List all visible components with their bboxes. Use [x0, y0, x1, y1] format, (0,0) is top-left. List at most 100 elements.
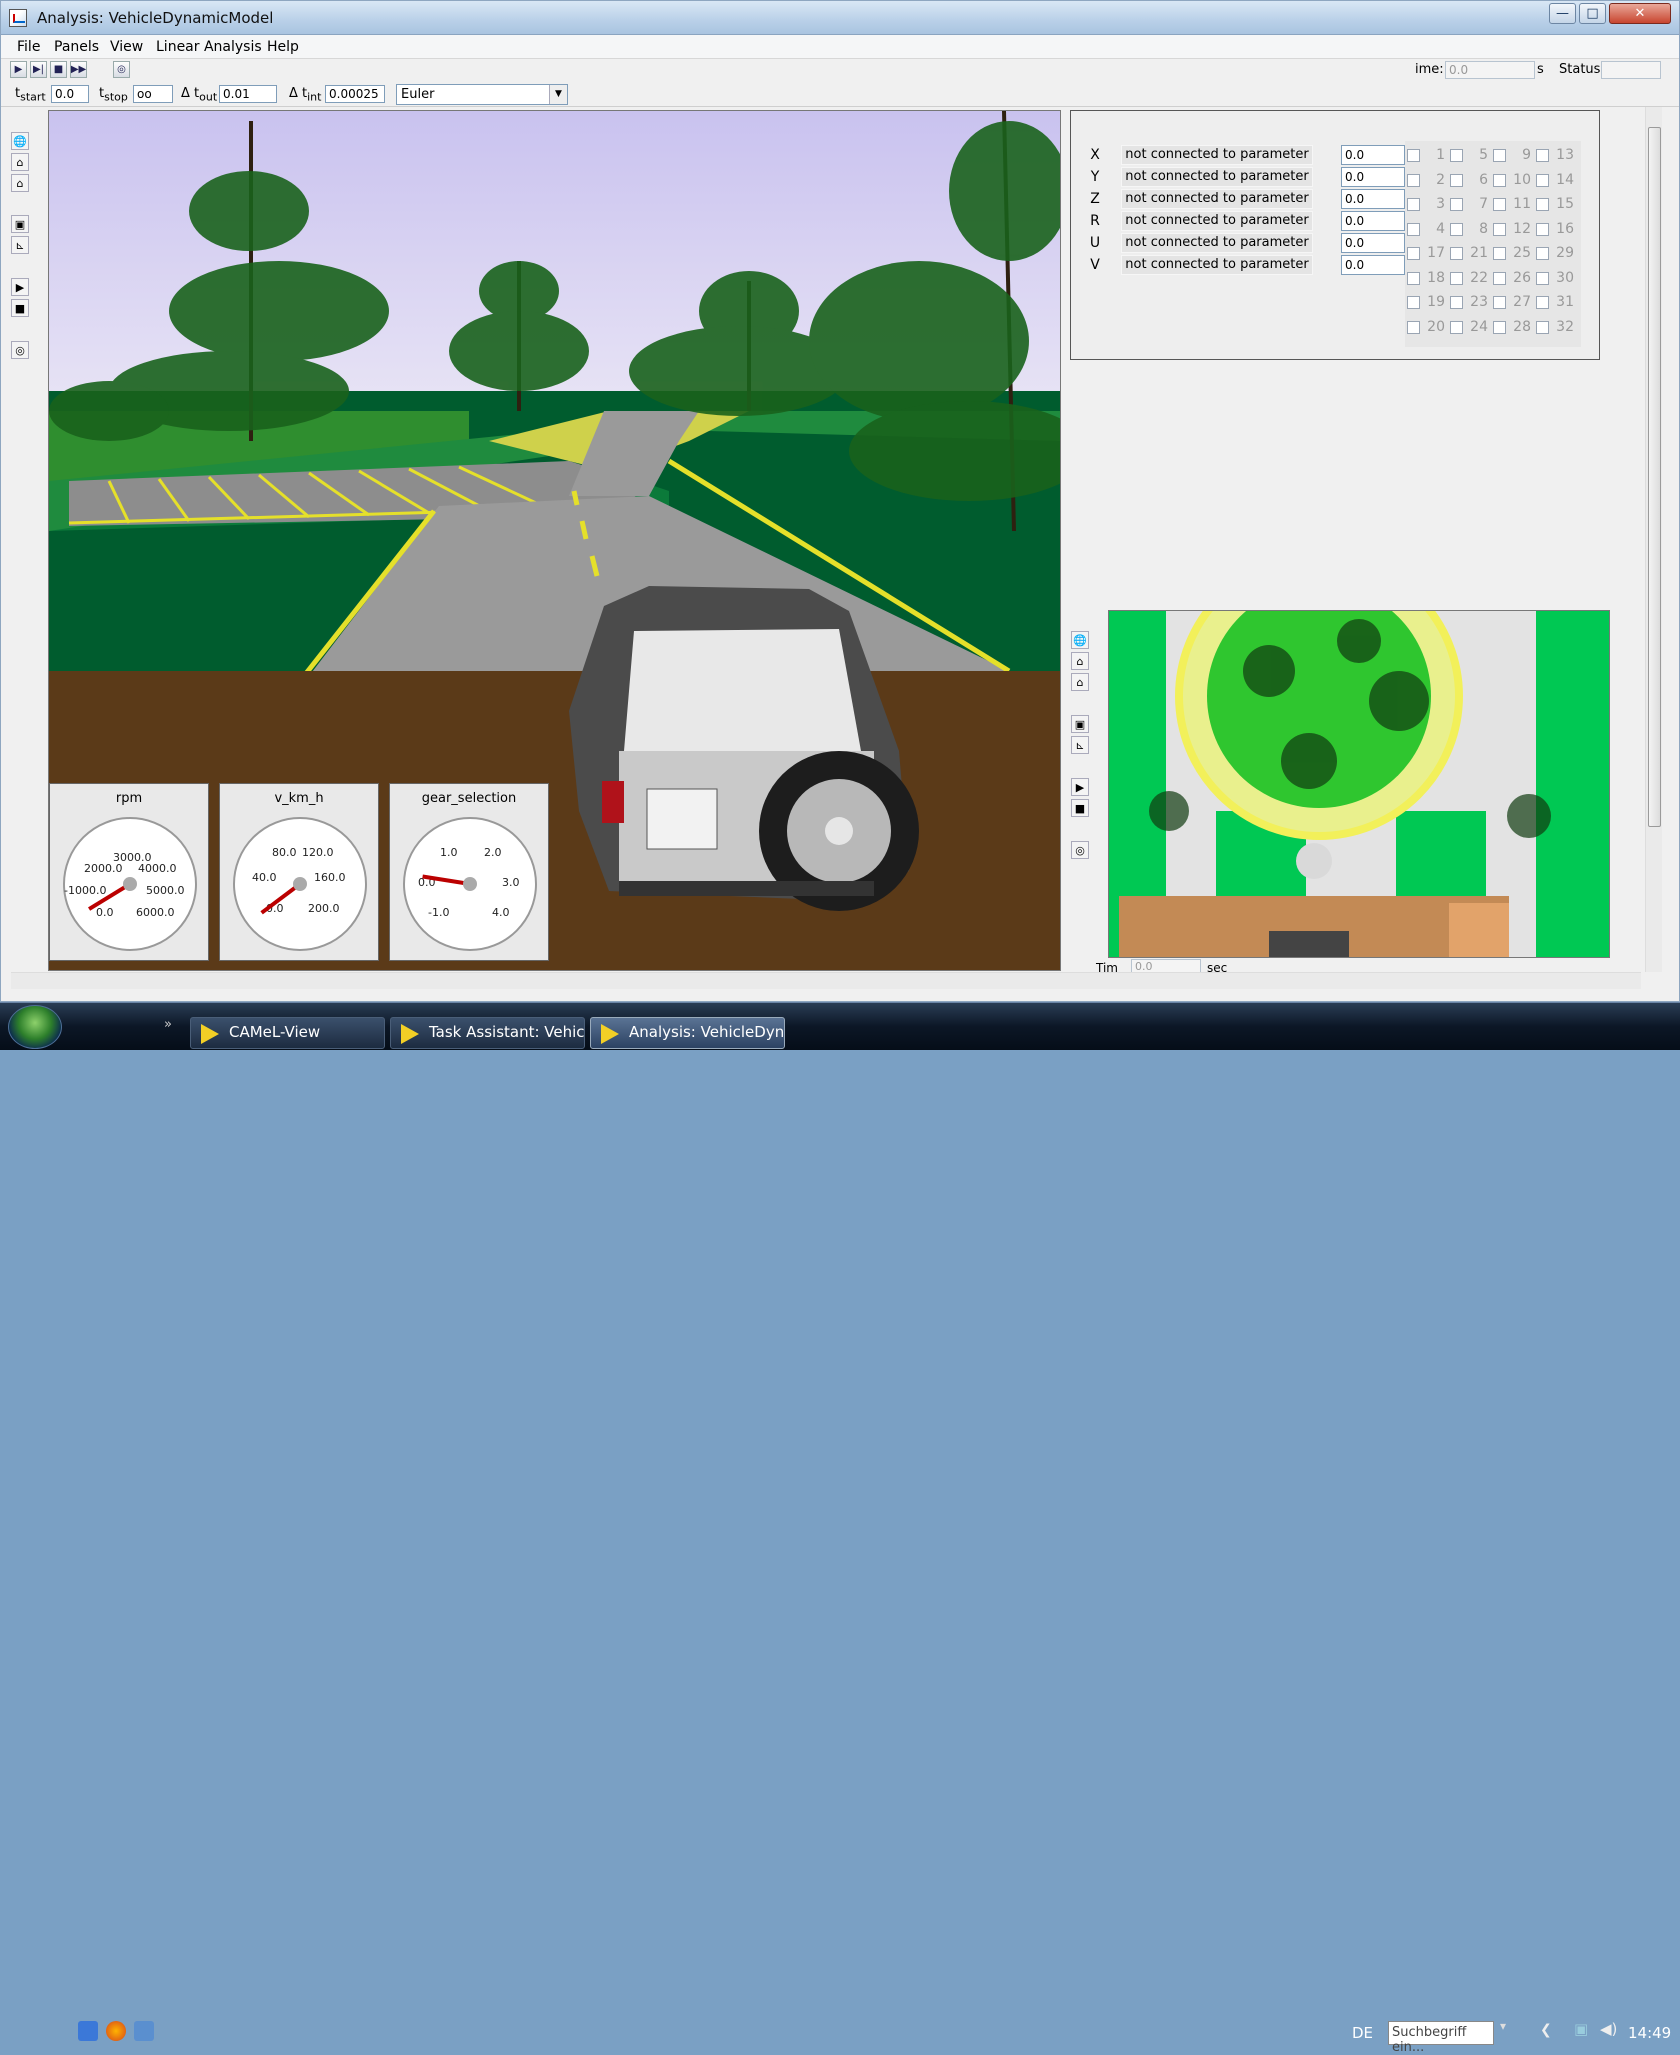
t-stop-input[interactable]: oo: [133, 85, 173, 103]
channel-checkbox[interactable]: 14: [1534, 170, 1576, 190]
menu-file[interactable]: File: [17, 39, 40, 55]
fast-forward-icon[interactable]: ▶▶: [70, 61, 87, 78]
vertical-scrollbar[interactable]: [1645, 107, 1662, 972]
scrollbar-thumb[interactable]: [1648, 127, 1661, 827]
stop-small-icon[interactable]: ■: [1071, 799, 1089, 817]
parameter-connect-button[interactable]: not connected to parameter: [1121, 145, 1313, 165]
quick-launch-icon[interactable]: [134, 2021, 154, 2041]
channel-checkbox[interactable]: 22: [1448, 268, 1490, 288]
checkbox-box[interactable]: [1493, 320, 1506, 334]
checkbox-box[interactable]: [1407, 296, 1420, 309]
channel-checkbox[interactable]: 11: [1491, 194, 1533, 214]
start-button[interactable]: [8, 1005, 62, 1049]
chevron-down-icon[interactable]: ▼: [549, 85, 567, 104]
tray-expand-icon[interactable]: ▾: [1500, 2019, 1506, 2033]
globe-icon[interactable]: 🌐: [1071, 631, 1089, 649]
taskbar-item[interactable]: Task Assistant: Vehicl...: [390, 1017, 585, 1049]
axes-icon[interactable]: ⊾: [11, 236, 29, 254]
stop-small-icon[interactable]: ■: [11, 299, 29, 317]
checkbox-box[interactable]: [1536, 198, 1549, 211]
minimize-button[interactable]: —: [1549, 3, 1576, 24]
channel-checkbox[interactable]: 24: [1448, 317, 1490, 337]
channel-checkbox[interactable]: 20: [1405, 317, 1447, 337]
parameter-value-field[interactable]: 0.0: [1341, 167, 1405, 187]
title-bar[interactable]: Analysis: VehicleDynamicModel — □ ✕: [1, 1, 1679, 35]
checkbox-box[interactable]: [1536, 173, 1549, 187]
channel-checkbox[interactable]: 12: [1491, 219, 1533, 239]
tray-chevron-icon[interactable]: ❮: [1540, 2022, 1552, 2038]
checkbox-box[interactable]: [1450, 296, 1463, 309]
more-icon[interactable]: »: [164, 1017, 172, 1032]
parameter-value-field[interactable]: 0.0: [1341, 211, 1405, 231]
parameter-connect-button[interactable]: not connected to parameter: [1121, 233, 1313, 253]
checkbox-box[interactable]: [1536, 247, 1549, 260]
menu-linear-analysis[interactable]: Linear Analysis: [156, 39, 262, 55]
channel-checkbox[interactable]: 17: [1405, 243, 1447, 263]
channel-checkbox[interactable]: 3: [1405, 194, 1447, 214]
home-reset-icon[interactable]: ⌂: [11, 174, 29, 192]
dt-out-input[interactable]: 0.01: [219, 85, 277, 103]
checkbox-box[interactable]: [1536, 149, 1549, 162]
checkbox-box[interactable]: [1450, 271, 1463, 285]
checkbox-box[interactable]: [1450, 173, 1463, 187]
checkbox-box[interactable]: [1536, 320, 1549, 334]
show-desktop-icon[interactable]: [78, 2021, 98, 2041]
channel-checkbox[interactable]: 18: [1405, 268, 1447, 288]
solver-select[interactable]: Euler ▼: [396, 84, 568, 105]
parameter-connect-button[interactable]: not connected to parameter: [1121, 189, 1313, 209]
menu-view[interactable]: View: [110, 39, 143, 55]
home-icon[interactable]: ⌂: [11, 153, 29, 171]
channel-checkbox[interactable]: 5: [1448, 145, 1490, 165]
close-button[interactable]: ✕: [1609, 3, 1671, 24]
checkbox-box[interactable]: [1407, 173, 1420, 187]
channel-checkbox[interactable]: 15: [1534, 194, 1576, 214]
horizontal-scrollbar[interactable]: [11, 972, 1641, 989]
parameter-connect-button[interactable]: not connected to parameter: [1121, 255, 1313, 275]
channel-checkbox[interactable]: 26: [1491, 268, 1533, 288]
play-small-icon[interactable]: ▶: [1071, 778, 1089, 796]
checkbox-box[interactable]: [1536, 222, 1549, 236]
checkbox-box[interactable]: [1493, 247, 1506, 260]
checkbox-box[interactable]: [1493, 296, 1506, 309]
channel-checkbox[interactable]: 16: [1534, 219, 1576, 239]
checkbox-box[interactable]: [1493, 149, 1506, 162]
channel-checkbox[interactable]: 25: [1491, 243, 1533, 263]
camera-icon[interactable]: ◎: [1071, 841, 1089, 859]
checkbox-box[interactable]: [1493, 173, 1506, 187]
checkbox-box[interactable]: [1407, 247, 1420, 260]
checkbox-box[interactable]: [1407, 271, 1420, 285]
checkbox-box[interactable]: [1407, 198, 1420, 211]
checkbox-box[interactable]: [1407, 222, 1420, 236]
checkbox-box[interactable]: [1407, 149, 1420, 162]
channel-checkbox[interactable]: 21: [1448, 243, 1490, 263]
checkbox-box[interactable]: [1450, 320, 1463, 334]
checkbox-box[interactable]: [1450, 222, 1463, 236]
checkbox-box[interactable]: [1407, 320, 1420, 334]
parameter-value-field[interactable]: 0.0: [1341, 255, 1405, 275]
checkbox-box[interactable]: [1493, 198, 1506, 211]
parameter-connect-button[interactable]: not connected to parameter: [1121, 167, 1313, 187]
step-icon[interactable]: ▶|: [30, 61, 47, 78]
channel-checkbox[interactable]: 32: [1534, 317, 1576, 337]
axes-icon[interactable]: ⊾: [1071, 736, 1089, 754]
channel-checkbox[interactable]: 30: [1534, 268, 1576, 288]
channel-checkbox[interactable]: 1: [1405, 145, 1447, 165]
channel-checkbox[interactable]: 2: [1405, 170, 1447, 190]
channel-checkbox[interactable]: 27: [1491, 292, 1533, 312]
dt-int-input[interactable]: 0.00025: [325, 85, 385, 103]
parameter-value-field[interactable]: 0.0: [1341, 233, 1405, 253]
checkbox-box[interactable]: [1536, 296, 1549, 309]
menu-help[interactable]: Help: [267, 39, 299, 55]
channel-checkbox[interactable]: 13: [1534, 145, 1576, 165]
channel-checkbox[interactable]: 29: [1534, 243, 1576, 263]
maximize-button[interactable]: □: [1579, 3, 1606, 24]
t-start-input[interactable]: 0.0: [51, 85, 89, 103]
search-input[interactable]: Suchbegriff ein...: [1388, 2021, 1494, 2055]
taskbar-item[interactable]: Analysis: VehicleDyn...: [590, 1017, 785, 1049]
channel-checkbox[interactable]: 8: [1448, 219, 1490, 239]
checkbox-box[interactable]: [1450, 149, 1463, 162]
home-icon[interactable]: ⌂: [1071, 652, 1089, 670]
channel-checkbox[interactable]: 10: [1491, 170, 1533, 190]
volume-icon[interactable]: ◀): [1600, 2020, 1617, 2038]
camera-icon[interactable]: ◎: [11, 341, 29, 359]
